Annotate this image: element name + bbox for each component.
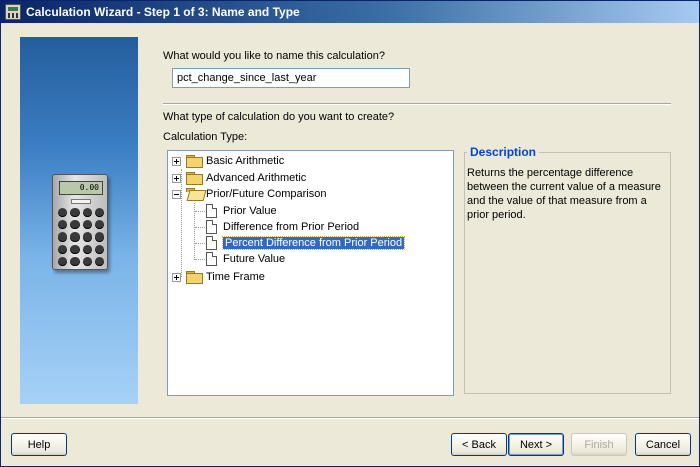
calculator-keys: [58, 208, 104, 266]
calculator-app-icon: [5, 4, 21, 20]
tree-item-label-selected: Percent Difference from Prior Period: [221, 236, 406, 250]
expand-icon[interactable]: [172, 272, 181, 282]
cancel-button[interactable]: Cancel: [635, 433, 691, 456]
folder-icon: [186, 155, 203, 168]
description-title: Description: [467, 145, 540, 159]
tree-item-label: Difference from Prior Period: [223, 221, 360, 233]
tree-item-label: Prior/Future Comparison: [206, 188, 327, 200]
tree-item-difference-from-prior-period[interactable]: Difference from Prior Period: [206, 219, 359, 235]
wizard-banner: 0.00: [20, 37, 138, 404]
tree-item-future-value[interactable]: Future Value: [206, 251, 285, 267]
calculation-type-label: Calculation Type:: [163, 131, 248, 143]
calculation-type-tree[interactable]: Basic Arithmetic Advanced Arithmetic Pri…: [167, 150, 454, 396]
tree-item-label: Advanced Arithmetic: [206, 172, 307, 184]
tree-item-percent-difference-from-prior-period[interactable]: Percent Difference from Prior Period: [206, 235, 406, 251]
calculator-icon: 0.00: [52, 174, 108, 270]
section-separator: [163, 103, 671, 105]
finish-button: Finish: [571, 433, 627, 456]
document-icon: [206, 220, 217, 234]
folder-icon: [186, 172, 203, 185]
next-button[interactable]: Next >: [508, 433, 564, 456]
help-button[interactable]: Help: [11, 433, 67, 456]
calculator-display: 0.00: [59, 181, 103, 195]
tree-item-label: Future Value: [223, 253, 286, 265]
title-bar[interactable]: Calculation Wizard - Step 1 of 3: Name a…: [1, 1, 699, 23]
open-folder-icon: [186, 188, 202, 200]
folder-icon: [186, 271, 203, 284]
calculator-slot: [71, 199, 91, 204]
name-prompt: What would you like to name this calcula…: [163, 50, 385, 62]
tree-item-time-frame[interactable]: Time Frame: [172, 269, 265, 285]
back-button[interactable]: < Back: [451, 433, 507, 456]
tree-item-label: Time Frame: [206, 271, 265, 283]
expand-icon[interactable]: [172, 156, 181, 166]
tree-item-basic-arithmetic[interactable]: Basic Arithmetic: [172, 153, 284, 169]
type-prompt: What type of calculation do you want to …: [163, 111, 395, 123]
window-title: Calculation Wizard - Step 1 of 3: Name a…: [26, 5, 300, 19]
tree-item-label: Basic Arithmetic: [206, 155, 285, 167]
tree-item-prior-value[interactable]: Prior Value: [206, 203, 277, 219]
document-icon: [206, 204, 217, 218]
document-icon: [206, 252, 217, 266]
button-bar-separator: [1, 417, 699, 419]
tree-item-label: Prior Value: [223, 205, 277, 217]
document-icon: [206, 236, 217, 250]
tree-item-prior-future-comparison[interactable]: Prior/Future Comparison: [172, 186, 326, 202]
collapse-icon[interactable]: [172, 189, 181, 199]
tree-item-advanced-arithmetic[interactable]: Advanced Arithmetic: [172, 170, 306, 186]
calculation-name-input[interactable]: pct_change_since_last_year: [172, 68, 410, 88]
expand-icon[interactable]: [172, 173, 181, 183]
calculation-wizard-window: Calculation Wizard - Step 1 of 3: Name a…: [0, 0, 700, 467]
description-text: Returns the percentage difference betwee…: [467, 167, 661, 221]
